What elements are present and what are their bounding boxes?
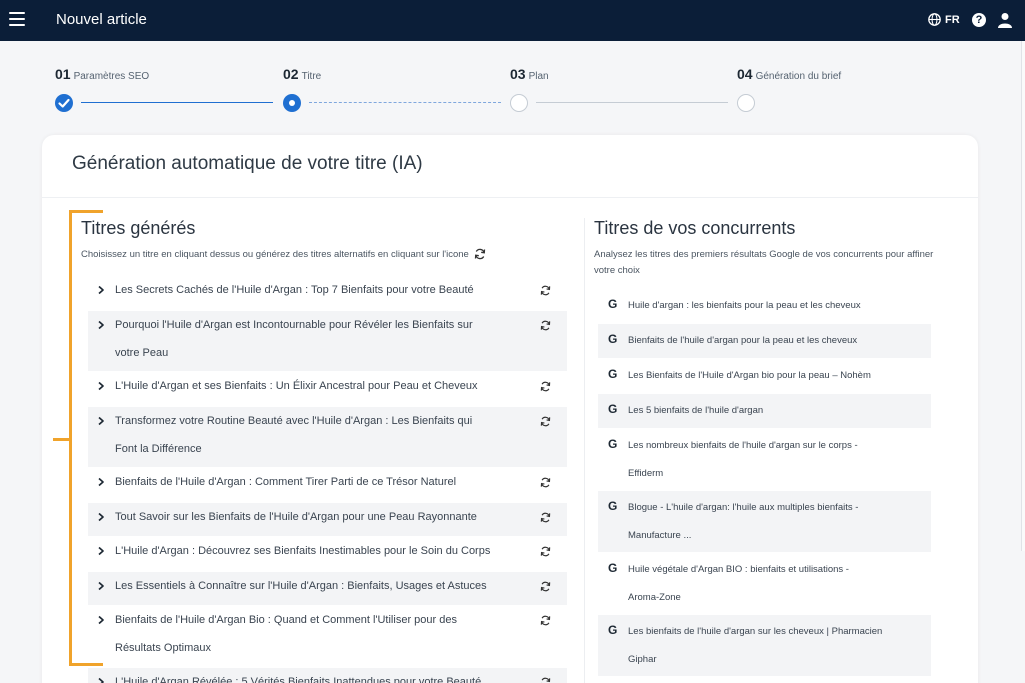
chevron-right-icon <box>96 546 106 556</box>
refresh-icon[interactable] <box>540 512 551 523</box>
generated-title-item[interactable]: Bienfaits de l'Huile d'Argan : Comment T… <box>88 468 567 501</box>
globe-icon <box>928 13 941 26</box>
competitor-title-text: Les Bienfaits de l'Huile d'Argan bio pou… <box>628 370 871 381</box>
generated-title-item[interactable]: Transformez votre Routine Beauté avec l'… <box>88 406 567 467</box>
refresh-icon[interactable] <box>540 381 551 392</box>
competitor-title-text: Huile d'argan : les bienfaits pour la pe… <box>628 300 861 311</box>
generated-title-item[interactable]: Tout Savoir sur les Bienfaits de l'Huile… <box>88 502 567 536</box>
chevron-right-icon <box>96 416 106 426</box>
generated-title-item[interactable]: L'Huile d'Argan Révélée : 5 Vérités Bien… <box>88 667 567 683</box>
refresh-icon[interactable] <box>540 581 551 592</box>
step-2-active-icon <box>283 94 301 112</box>
refresh-icon[interactable] <box>540 546 551 557</box>
generated-title-text: L'Huile d'Argan Révélée : 5 Vérités Bien… <box>115 675 482 683</box>
generated-title-item[interactable]: Les Secrets Cachés de l'Huile d'Argan : … <box>88 276 567 309</box>
refresh-icon[interactable] <box>540 615 551 626</box>
generated-title-text: Les Essentiels à Connaître sur l'Huile d… <box>115 579 487 592</box>
chevron-right-icon <box>96 581 106 591</box>
competitor-titles-hint: Analysez les titres des premiers résulta… <box>594 249 934 276</box>
hamburger-icon[interactable] <box>9 12 25 28</box>
generated-titles-heading: Titres générés <box>81 218 196 238</box>
google-icon: G <box>608 367 618 381</box>
competitor-title-item: G Huile d'argan : les bienfaits pour la p… <box>598 289 931 323</box>
chevron-right-icon <box>96 615 106 625</box>
generated-title-item[interactable]: L'Huile d'Argan : Découvrez ses Bienfait… <box>88 537 567 570</box>
step-4[interactable]: 04 Génération du brief <box>737 66 841 82</box>
step-2[interactable]: 02 Titre <box>283 66 321 82</box>
competitor-title-item: G Huile végétale d'Argan BIO : bienfaits … <box>598 553 931 614</box>
competitor-title-item: G Les nombreux bienfaits de l'huile d'arg… <box>598 429 931 490</box>
step-4-pending-icon <box>737 94 755 112</box>
question-icon[interactable]: ? <box>972 13 986 27</box>
competitor-title-text: Blogue - L'huile d'argan: l'huile aux mu… <box>628 502 859 541</box>
refresh-icon[interactable] <box>540 285 551 296</box>
generated-title-text: Bienfaits de l'Huile d'Argan : Comment T… <box>115 476 457 488</box>
google-icon: G <box>608 437 618 451</box>
competitor-title-item: G Les Bienfaits de l'Huile d'Argan bio po… <box>598 359 931 393</box>
chevron-right-icon <box>96 285 106 295</box>
top-bar: Nouvel article FR ? <box>0 0 1025 41</box>
google-icon: G <box>608 561 618 575</box>
user-icon[interactable] <box>998 12 1012 28</box>
step-1-check-icon <box>55 94 73 112</box>
competitor-title-text: Bienfaits de l'huile d'argan pour la pea… <box>628 335 858 346</box>
google-icon: G <box>608 623 618 637</box>
step-connector <box>309 102 501 103</box>
generated-titles-hint: Choisissez un titre en cliquant dessus o… <box>81 248 486 260</box>
step-connector <box>81 102 273 103</box>
language-selector[interactable]: FR <box>928 13 960 26</box>
competitor-title-text: Les bienfaits de l'huile d'argan sur les… <box>628 626 883 665</box>
competitor-title-text: Huile végétale d'Argan BIO : bienfaits e… <box>628 564 849 603</box>
google-icon: G <box>608 402 618 416</box>
competitor-title-text: Les nombreux bienfaits de l'huile d'arga… <box>628 440 858 479</box>
generated-title-item[interactable]: L'Huile d'Argan et ses Bienfaits : Un Él… <box>88 372 567 405</box>
generated-title-text: Pourquoi l'Huile d'Argan est Incontourna… <box>115 318 473 359</box>
google-icon: G <box>608 297 618 311</box>
competitor-titles-heading: Titres de vos concurrents <box>594 218 796 238</box>
generated-title-item[interactable]: Bienfaits de l'Huile d'Argan Bio : Quand… <box>88 606 567 666</box>
chevron-right-icon <box>96 512 106 522</box>
step-3[interactable]: 03 Plan <box>510 66 549 82</box>
chevron-right-icon <box>96 381 106 391</box>
competitor-title-item: G Les 5 bienfaits de l'huile d'argan <box>598 394 931 428</box>
generated-title-text: Transformez votre Routine Beauté avec l'… <box>115 414 473 455</box>
competitor-title-item: G Blogue - L'huile d'argan: l'huile aux m… <box>598 491 931 552</box>
refresh-icon <box>474 248 485 260</box>
refresh-icon[interactable] <box>540 320 551 331</box>
chevron-right-icon <box>96 320 106 330</box>
card-title: Génération automatique de votre titre (I… <box>72 153 423 174</box>
step-connector <box>536 102 728 103</box>
language-label: FR <box>945 13 960 26</box>
google-icon: G <box>608 499 618 513</box>
refresh-icon[interactable] <box>540 677 551 683</box>
competitor-title-text: Les 5 bienfaits de l'huile d'argan <box>628 405 764 416</box>
generated-title-text: Bienfaits de l'Huile d'Argan Bio : Quand… <box>115 614 457 654</box>
competitor-title-item: G Les bienfaits de l'huile d'argan sur le… <box>598 615 931 676</box>
generated-title-text: Tout Savoir sur les Bienfaits de l'Huile… <box>115 510 477 523</box>
column-divider <box>584 218 585 683</box>
selection-bracket-tick <box>53 438 70 441</box>
refresh-icon[interactable] <box>540 477 551 488</box>
divider <box>42 197 978 198</box>
scrollbar[interactable] <box>1021 41 1025 551</box>
google-icon: G <box>608 332 618 346</box>
generated-title-item[interactable]: Pourquoi l'Huile d'Argan est Incontourna… <box>88 310 567 371</box>
page-title: Nouvel article <box>56 11 147 28</box>
step-1[interactable]: 01 Paramètres SEO <box>55 66 149 82</box>
chevron-right-icon <box>96 677 106 683</box>
chevron-right-icon <box>96 477 106 487</box>
step-3-pending-icon <box>510 94 528 112</box>
generated-title-item[interactable]: Les Essentiels à Connaître sur l'Huile d… <box>88 571 567 605</box>
refresh-icon[interactable] <box>540 416 551 427</box>
competitor-title-item: G Bienfaits de l'huile d'argan pour la pe… <box>598 324 931 358</box>
generated-title-text: L'Huile d'Argan : Découvrez ses Bienfait… <box>115 545 491 557</box>
generated-title-text: Les Secrets Cachés de l'Huile d'Argan : … <box>115 284 474 296</box>
generated-title-text: L'Huile d'Argan et ses Bienfaits : Un Él… <box>115 380 478 392</box>
